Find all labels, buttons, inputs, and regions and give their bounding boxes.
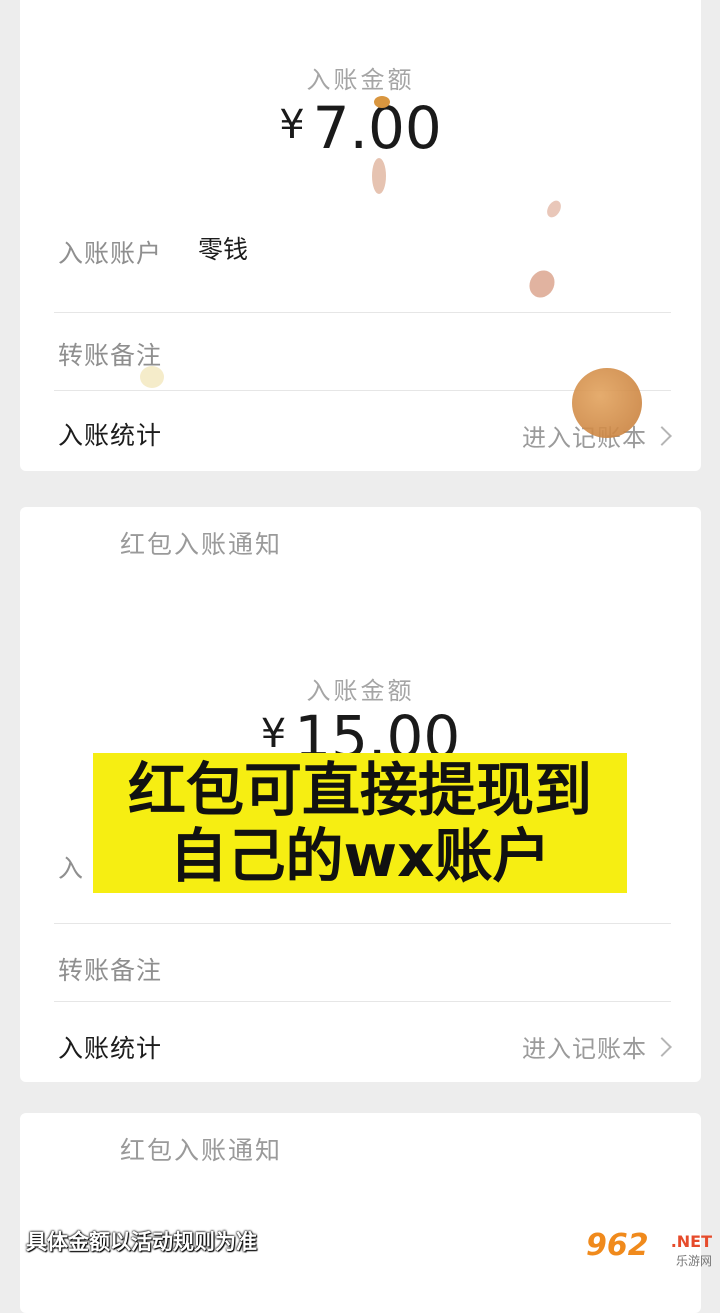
banner-line-2: 自己的wx账户 (169, 822, 551, 890)
amount-label: 入账金额 (306, 66, 415, 94)
site-watermark: 962 .NET 乐游网 (586, 1228, 712, 1272)
account-value: 零钱 (198, 235, 249, 264)
chevron-right-icon (652, 1037, 672, 1057)
receipt-card-3: 红包入账通知 (20, 1113, 701, 1313)
account-label: 入账账户 (58, 239, 163, 268)
promo-banner: 红包可直接提现到 自己的wx账户 (93, 753, 627, 893)
divider (54, 923, 671, 924)
divider (54, 312, 671, 313)
coin-icon (374, 96, 390, 108)
ledger-link-text: 进入记账本 (522, 1035, 647, 1063)
divider (54, 1001, 671, 1002)
ledger-link[interactable]: 进入记账本 (522, 1029, 672, 1064)
amount-label: 入账金额 (306, 677, 415, 705)
notice-title: 红包入账通知 (120, 1136, 283, 1165)
coin-icon (572, 368, 642, 438)
notice-title: 红包入账通知 (120, 530, 283, 559)
watermark-logo: 962 (586, 1228, 649, 1263)
banner-line-1: 红包可直接提现到 (127, 756, 592, 824)
disclaimer-text: 具体金额以活动规则为准 (26, 1230, 257, 1254)
stats-label: 入账统计 (58, 1034, 163, 1063)
watermark-sub: 乐游网 (675, 1254, 712, 1268)
coin-icon (372, 158, 386, 194)
currency-symbol: ¥ (260, 711, 287, 757)
account-label: 入 (58, 854, 85, 883)
amount-value: ¥7.00 (20, 94, 701, 162)
watermark-suffix: .NET (670, 1232, 712, 1251)
currency-symbol: ¥ (279, 102, 305, 148)
remark-label: 转账备注 (58, 956, 163, 985)
coin-icon (140, 366, 164, 388)
stats-label: 入账统计 (58, 421, 163, 450)
chevron-right-icon (652, 426, 672, 446)
